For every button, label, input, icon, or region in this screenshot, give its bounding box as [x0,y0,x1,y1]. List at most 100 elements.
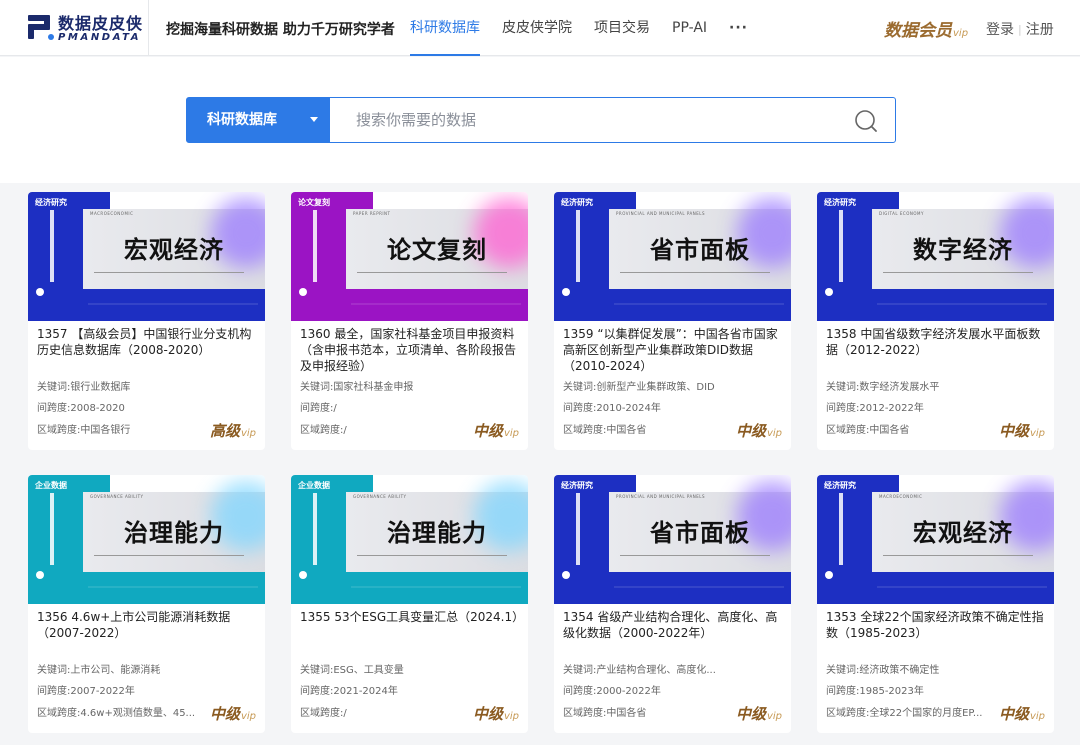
card-title[interactable]: 1353 全球22个国家经济政策不确定性指数（1985-2023） [826,609,1046,641]
card-thumbnail: 经济研究 PROVINCIAL AND MUNICIPAL PANELS 省市面板 [554,475,791,604]
card-title[interactable]: 1359 “以集群促发展”：中国各省市国家高新区创新型产业集群政策DID数据（2… [563,326,783,374]
search-category-dropdown[interactable]: 科研数据库 [187,98,330,142]
nav-item-academy[interactable]: 皮皮侠学院 [502,0,572,56]
dataset-card[interactable]: 企业数据 GOVERNANCE ABILITY 治理能力 1356 4.6w+上市公司… [28,475,265,733]
search-icon[interactable] [853,108,879,134]
top-header: 数据皮皮侠 PMANDATA 挖掘海量科研数据 助力千万研究学者 科研数据库 皮… [0,0,1080,56]
card-timespan: 间跨度:2012-2022年 [826,403,924,414]
thumbnail-subtitle: GOVERNANCE ABILITY [90,494,144,499]
card-region: 区域跨度:/ [300,708,347,719]
search-category-label: 科研数据库 [207,112,277,128]
thumbnail-subtitle: MACROECONOMIC [879,494,923,499]
card-keywords: 关键词:产业结构合理化、高度化... [563,665,716,676]
level-suffix: vip [503,428,519,439]
card-timespan: 间跨度:2007-2022年 [37,686,135,697]
nav-item-research-db[interactable]: 科研数据库 [410,0,480,56]
level-suffix: vip [766,428,782,439]
card-timespan: 间跨度:2021-2024年 [300,686,398,697]
card-timespan: 间跨度:1985-2023年 [826,686,924,697]
membership-level-badge: 高级vip [210,420,256,441]
thumbnail-rule [883,555,1033,556]
thumbnail-title: 宏观经济 [124,236,224,264]
card-region: 区域跨度:中国各省 [563,425,647,436]
card-timespan: 间跨度:2010-2024年 [563,403,661,414]
logo-text-en: PMANDATA [58,32,142,43]
thumbnail-rule [357,555,507,556]
card-keywords: 关键词:银行业数据库 [37,382,131,393]
card-title[interactable]: 1356 4.6w+上市公司能源消耗数据（2007-2022） [37,609,257,641]
card-title[interactable]: 1357 【高级会员】中国银行业分支机构历史信息数据库（2008-2020） [37,326,257,358]
card-thumbnail: 企业数据 GOVERNANCE ABILITY 治理能力 [291,475,528,604]
thumbnail-badge: 企业数据 [35,481,67,490]
card-region: 区域跨度:中国各省 [563,708,647,719]
thumbnail-rule [620,272,770,273]
search-bar: 科研数据库 [186,97,896,143]
nav-item-trading[interactable]: 项目交易 [594,0,650,56]
level-text: 中级 [735,422,766,440]
level-text: 中级 [472,705,503,723]
thumbnail-title: 治理能力 [124,519,224,547]
logo-mark-icon [28,15,54,40]
card-thumbnail: 经济研究 DIGITAL ECONOMY 数字经济 [817,192,1054,321]
login-link[interactable]: 登录 [986,22,1014,38]
thumbnail-rule [94,272,244,273]
card-title[interactable]: 1360 最全，国家社科基金项目申报资料（含申报书范本，立项清单、各阶段报告及申… [300,326,520,374]
membership-level-badge: 中级vip [999,420,1045,441]
thumbnail-title: 省市面板 [650,236,750,264]
thumbnail-subtitle: DIGITAL ECONOMY [879,211,924,216]
main-nav: 科研数据库 皮皮侠学院 项目交易 PP-AI ··· [410,0,770,56]
membership-level-badge: 中级vip [736,703,782,724]
register-link[interactable]: 注册 [1026,22,1054,38]
level-suffix: vip [240,711,256,722]
membership-level-badge: 中级vip [473,703,519,724]
thumbnail-title: 数字经济 [913,236,1013,264]
thumbnail-subtitle: GOVERNANCE ABILITY [353,494,407,499]
nav-more-button[interactable]: ··· [729,0,748,56]
dataset-card[interactable]: 经济研究 PROVINCIAL AND MUNICIPAL PANELS 省市面板 1… [554,475,791,733]
thumbnail-badge: 经济研究 [561,481,593,490]
site-logo[interactable]: 数据皮皮侠 PMANDATA [26,10,144,46]
level-suffix: vip [503,711,519,722]
thumbnail-subtitle: PROVINCIAL AND MUNICIPAL PANELS [616,211,706,216]
header-divider [148,0,149,56]
dataset-card[interactable]: 论文复刻 PAPER REPRINT 论文复刻 1360 最全，国家社科基金项目申报资… [291,192,528,450]
card-thumbnail: 经济研究 PROVINCIAL AND MUNICIPAL PANELS 省市面板 [554,192,791,321]
card-thumbnail: 企业数据 GOVERNANCE ABILITY 治理能力 [28,475,265,604]
card-timespan: 间跨度:2000-2022年 [563,686,661,697]
level-text: 中级 [209,705,240,723]
card-thumbnail: 经济研究 MACROECONOMIC 宏观经济 [28,192,265,321]
card-region: 区域跨度:中国各省 [826,425,910,436]
card-title[interactable]: 1355 53个ESG工具变量汇总（2024.1） [300,609,524,625]
dataset-card[interactable]: 经济研究 PROVINCIAL AND MUNICIPAL PANELS 省市面板 1… [554,192,791,450]
dataset-card[interactable]: 经济研究 MACROECONOMIC 宏观经济 1357 【高级会员】中国银行业分支机… [28,192,265,450]
nav-item-pp-ai[interactable]: PP-AI [672,0,707,56]
auth-links: 登录 | 注册 [986,19,1054,39]
thumbnail-rule [620,555,770,556]
vip-membership-link[interactable]: 数据会员vip [884,16,968,41]
card-keywords: 关键词:ESG、工具变量 [300,665,404,676]
card-title[interactable]: 1354 省级产业结构合理化、高度化、高级化数据（2000-2022年） [563,609,783,641]
thumbnail-rule [94,555,244,556]
thumbnail-subtitle: MACROECONOMIC [90,211,134,216]
thumbnail-badge: 经济研究 [824,481,856,490]
level-text: 中级 [998,705,1029,723]
level-suffix: vip [1029,428,1045,439]
site-slogan: 挖掘海量科研数据 助力千万研究学者 [166,22,395,38]
membership-level-badge: 中级vip [736,420,782,441]
card-thumbnail: 论文复刻 PAPER REPRINT 论文复刻 [291,192,528,321]
thumbnail-badge: 经济研究 [824,198,856,207]
dataset-card[interactable]: 经济研究 MACROECONOMIC 宏观经济 1353 全球22个国家经济政策不确定… [817,475,1054,733]
thumbnail-rule [357,272,507,273]
dataset-card[interactable]: 企业数据 GOVERNANCE ABILITY 治理能力 1355 53个ESG工具变… [291,475,528,733]
search-input[interactable] [330,98,840,142]
thumbnail-title: 省市面板 [650,519,750,547]
dataset-card[interactable]: 经济研究 DIGITAL ECONOMY 数字经济 1358 中国省级数字经济发展水平… [817,192,1054,450]
thumbnail-subtitle: PAPER REPRINT [353,211,391,216]
logo-text-cn: 数据皮皮侠 [58,14,144,33]
card-timespan: 间跨度:2008-2020 [37,403,125,414]
thumbnail-subtitle: PROVINCIAL AND MUNICIPAL PANELS [616,494,706,499]
level-text: 中级 [998,422,1029,440]
card-region: 区域跨度:/ [300,425,347,436]
card-title[interactable]: 1358 中国省级数字经济发展水平面板数据（2012-2022） [826,326,1046,358]
vip-brand-suffix: vip [953,28,969,39]
